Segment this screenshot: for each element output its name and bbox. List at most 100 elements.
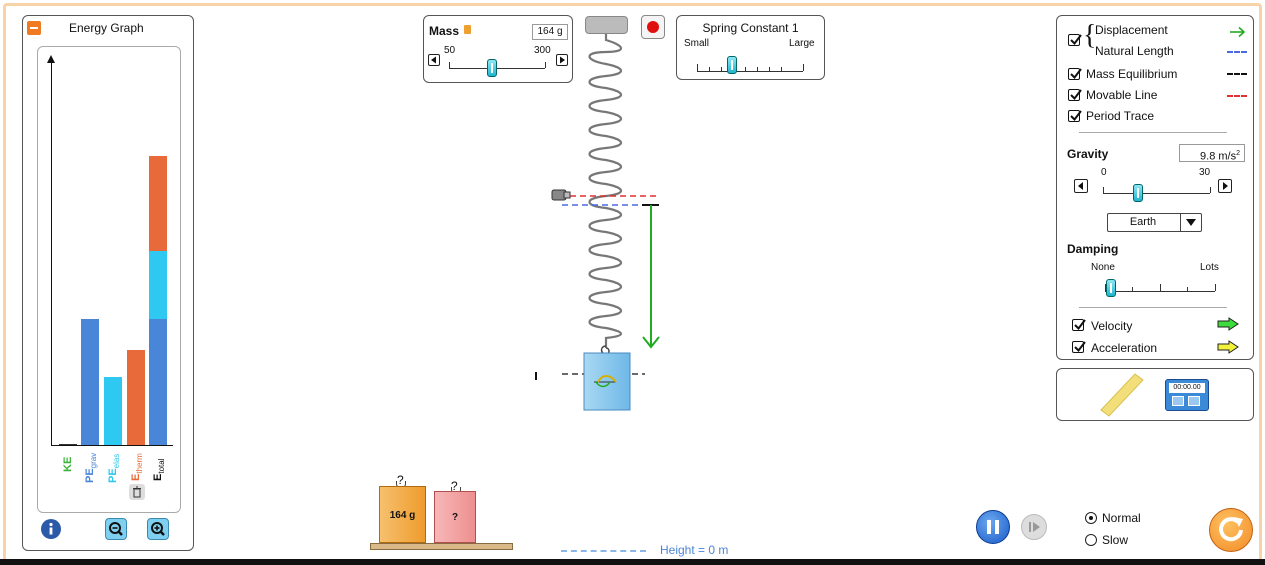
mass-equilibrium-label: Mass Equilibrium [1086,67,1178,81]
spring-tick [769,67,770,71]
zoom-out-icon [109,522,123,536]
zoom-in-button[interactable] [147,518,169,540]
mass-mystery-label: ? [451,512,459,523]
bar-e-total-grav [149,319,167,445]
pause-button[interactable] [976,510,1010,544]
height-reference-line[interactable] [561,550,646,552]
movable-line-checkbox[interactable] [1068,89,1082,101]
bar-pe-elas [104,377,122,445]
speed-slow-radio[interactable] [1085,534,1097,546]
speed-normal-radio[interactable] [1085,512,1097,524]
damping-max-label: Lots [1200,262,1219,273]
natural-length-label: Natural Length [1095,44,1174,58]
gravity-tick [1210,187,1211,193]
damping-tick [1215,284,1216,291]
label-ke: KE [62,456,74,472]
spring-tick [697,64,698,71]
spring-constant-panel: Spring Constant 1 Small Large [676,15,825,80]
gravity-max-label: 30 [1199,167,1211,178]
damping-slider-thumb[interactable] [1106,279,1116,297]
stopwatch-tool[interactable]: 00:00.00 [1165,379,1209,411]
gravity-min-label: 0 [1101,167,1107,178]
damping-slider-track [1105,291,1215,292]
check-icon [1070,34,1082,46]
options-panel: { Displacement Natural Length Mass Equil… [1056,15,1254,360]
mass-equilibrium-checkbox[interactable] [1068,68,1082,80]
spring-tick [709,67,710,71]
spring-slider-track [697,71,803,72]
reset-icon [1219,517,1243,542]
damping-min-label: None [1091,262,1115,273]
gravity-unit-sup: 2 [1236,150,1240,157]
info-button[interactable] [41,519,61,539]
check-icon [1074,319,1086,331]
displacement-key-arrow-icon [1230,26,1246,38]
spring-tick [721,67,722,71]
reset-all-button[interactable] [1209,508,1253,552]
spring-coils [588,34,623,348]
acceleration-label: Acceleration [1091,341,1158,355]
gravity-slider-thumb[interactable] [1133,184,1143,202]
y-axis-arrow-icon [47,55,55,63]
acceleration-checkbox[interactable] [1072,341,1086,353]
displacement-checkbox[interactable] [1068,34,1082,46]
pause-icon-bar [995,520,999,534]
mass-equilibrium-key [1227,73,1247,75]
collapse-button[interactable] [27,21,41,35]
speed-normal-label: Normal [1102,511,1141,525]
bar-e-total-therm [149,156,167,251]
height-label: Height = 0 m [660,543,729,557]
label-pe-grav: PEgrav [84,452,99,483]
clear-trash-button[interactable] [129,484,145,500]
ruler-tool[interactable] [1097,372,1147,418]
divider [1079,307,1227,308]
gravity-decrease-button[interactable] [1074,179,1088,193]
spring-scene [535,34,660,411]
spring-slider-thumb[interactable] [727,56,737,74]
velocity-arrow-icon [1217,317,1239,331]
check-icon [1070,89,1082,101]
bar-pe-grav [81,319,99,445]
gravity-increase-button[interactable] [1218,179,1232,193]
damping-label: Damping [1067,242,1119,256]
gravity-slider-track [1103,193,1210,194]
left-arrow-icon [1078,182,1083,190]
natural-length-key [1227,51,1247,53]
mass-mystery[interactable]: ? [434,491,476,543]
step-button[interactable] [1021,514,1047,540]
acceleration-arrow-icon [1217,340,1239,354]
step-forward-icon [1029,522,1040,532]
period-trace-checkbox[interactable] [1068,110,1082,122]
gravity-label: Gravity [1067,147,1109,161]
chevron-down-icon [1186,219,1196,226]
zoom-out-button[interactable] [105,518,127,540]
period-trace-label: Period Trace [1086,109,1155,123]
mass-164g[interactable]: 164 g [379,486,426,543]
mass-decrease-button[interactable] [428,54,440,66]
check-icon [1074,341,1086,353]
energy-graph-panel: Energy Graph KE PEgrav PEelas Etherm Eto… [22,15,194,551]
stopwatch-display: 00:00.00 [1169,383,1205,393]
spring-tick [781,67,782,71]
displacement-arrow-icon [642,205,660,349]
mass-164g-label: 164 g [389,510,416,521]
mass-weight-icon [464,25,471,34]
tools-panel: 00:00.00 [1056,368,1254,421]
movable-line-handle-icon[interactable] [551,189,571,201]
zoom-in-icon [151,522,165,536]
speed-slow-label: Slow [1102,533,1129,547]
spring-tick [745,67,746,71]
damping-tick [1132,287,1133,291]
planet-select[interactable]: Earth [1107,213,1202,232]
mass-slider-thumb[interactable] [487,59,497,77]
energy-graph-title: Energy Graph [69,21,144,35]
bar-ke [59,444,77,445]
bottom-bar [0,559,1265,565]
x-axis [51,445,173,446]
planet-selected-value: Earth [1129,216,1157,228]
velocity-checkbox[interactable] [1072,319,1086,331]
movable-line-label: Movable Line [1086,88,1158,102]
graph-area: KE PEgrav PEelas Etherm Etotal [37,46,181,513]
minus-icon [30,27,38,29]
select-divider [1180,214,1181,231]
